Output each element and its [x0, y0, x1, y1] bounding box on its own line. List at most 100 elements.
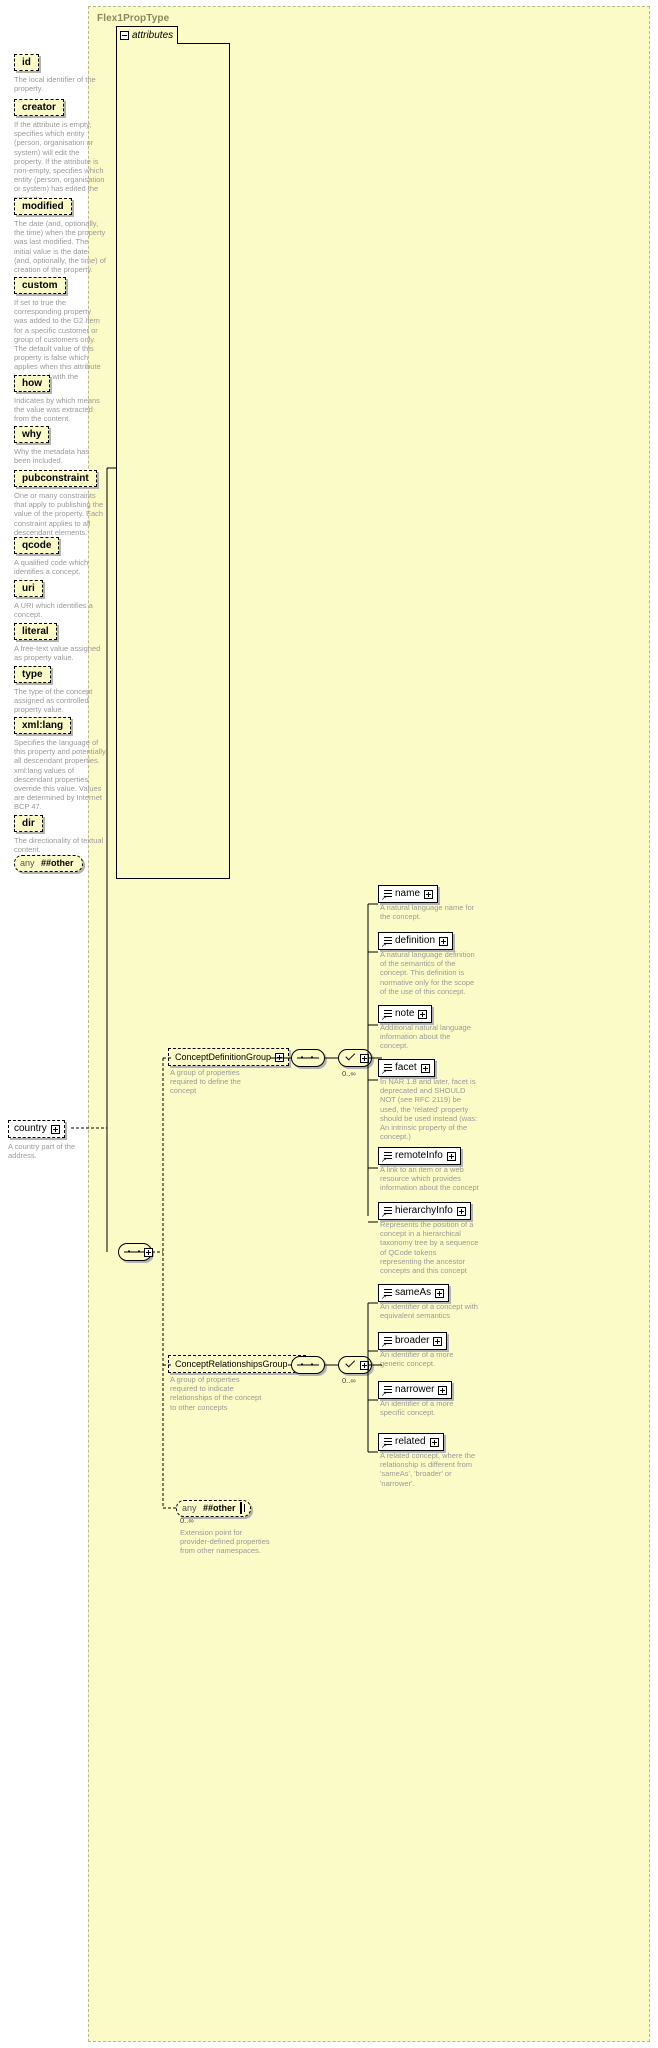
element-facet-description: In NAR 1.8 and later, facet is deprecate… — [380, 1077, 478, 1142]
attribute-literal[interactable]: literal A free-text value assigned as pr… — [14, 621, 106, 662]
element-hierarchy-info[interactable]: hierarchyInfo ↗ — [378, 1202, 471, 1220]
attributes-compartment-body — [116, 43, 230, 879]
element-definition[interactable]: definition ↗ — [378, 932, 454, 950]
attribute-pubconstraint-box[interactable]: pubconstraint — [14, 470, 97, 487]
element-name[interactable]: name ↗ — [378, 885, 439, 903]
attribute-xmllang-box[interactable]: xml:lang — [14, 717, 72, 734]
element-broader-description: An identifier of a more generic concept. — [380, 1350, 454, 1369]
extension-point-any-other-box[interactable]: any ##other — [176, 1500, 251, 1517]
sequence-icon — [297, 1056, 319, 1059]
collapse-minus-icon[interactable] — [120, 31, 129, 40]
element-broader-box[interactable]: broader ↗ — [378, 1332, 448, 1350]
element-same-as-box[interactable]: sameAs ↗ — [378, 1284, 450, 1302]
attribute-creator-box[interactable]: creator — [14, 99, 64, 116]
expand-plus-icon[interactable] — [456, 1206, 466, 1216]
element-note[interactable]: note ↗ — [378, 1005, 433, 1023]
attribute-qcode-box[interactable]: qcode — [14, 537, 60, 554]
element-country[interactable]: country A country part of the address. — [8, 1118, 88, 1160]
attribute-dir-box[interactable]: dir — [14, 815, 43, 832]
element-remote-info-box[interactable]: remoteInfo ↗ — [378, 1147, 461, 1165]
expand-plus-icon[interactable] — [433, 1336, 443, 1346]
extension-point-any-other[interactable]: any ##other — [176, 1498, 251, 1517]
element-hierarchy-info-description: Represents the position of a concept in … — [380, 1220, 479, 1276]
reference-arrow-icon: ↗ — [381, 1391, 387, 1398]
group-concept-definition-description: A group of properties required to define… — [170, 1068, 241, 1096]
choice-icon — [345, 1054, 356, 1063]
any-namespace: ##other — [203, 1503, 236, 1513]
expand-plus-icon[interactable] — [429, 1437, 439, 1447]
concept-definition-sequence-node[interactable] — [291, 1049, 325, 1067]
concept-definition-occurs: 0..∞ — [342, 1069, 356, 1078]
element-hierarchy-info-box[interactable]: hierarchyInfo ↗ — [378, 1202, 471, 1220]
attribute-creator-description: If the attribute is empty, specifies whi… — [14, 120, 105, 203]
attribute-creator[interactable]: creator If the attribute is empty, speci… — [14, 97, 106, 203]
expand-plus-icon[interactable] — [435, 1288, 445, 1298]
element-definition-box[interactable]: definition ↗ — [378, 932, 454, 950]
expand-plus-icon[interactable] — [239, 1502, 242, 1514]
attribute-why[interactable]: why Why the metadata has been included. — [14, 424, 106, 465]
element-facet[interactable]: facet ↗ — [378, 1059, 435, 1077]
attribute-uri-box[interactable]: uri — [14, 580, 43, 597]
expand-plus-icon[interactable] — [424, 889, 434, 899]
group-concept-relationships-description: A group of properties required to indica… — [170, 1375, 262, 1412]
attribute-how-box[interactable]: how — [14, 375, 50, 392]
any-keyword: any — [182, 1503, 197, 1513]
attribute-literal-box[interactable]: literal — [14, 623, 57, 640]
type-title: Flex1PropType — [97, 13, 170, 24]
reference-arrow-icon: ↗ — [381, 1443, 387, 1450]
attributes-any-other[interactable]: any ##other — [14, 853, 83, 872]
attribute-id-box[interactable]: id — [14, 54, 39, 71]
attribute-xmllang[interactable]: xml:lang Specifies the language of this … — [14, 715, 106, 812]
main-sequence-expand-icon[interactable] — [144, 1248, 153, 1257]
attribute-how[interactable]: how Indicates by which means the value w… — [14, 373, 106, 424]
expand-plus-icon[interactable] — [438, 1385, 448, 1395]
attribute-qcode[interactable]: qcode A qualified code which identifies … — [14, 535, 106, 576]
attribute-pubconstraint[interactable]: pubconstraint One or many constraints th… — [14, 468, 106, 537]
element-country-box[interactable]: country — [8, 1120, 65, 1138]
group-concept-relationships[interactable]: ConceptRelationshipsGroup — [168, 1355, 306, 1373]
element-related[interactable]: related ↗ — [378, 1433, 444, 1451]
element-same-as-label: sameAs — [395, 1287, 432, 1298]
element-narrower-box[interactable]: narrower ↗ — [378, 1381, 453, 1399]
attribute-why-box[interactable]: why — [14, 426, 50, 443]
expand-plus-icon[interactable] — [446, 1151, 456, 1161]
concept-definition-choice-expand-icon[interactable] — [360, 1054, 369, 1063]
element-remote-info[interactable]: remoteInfo ↗ — [378, 1147, 461, 1165]
attributes-any-other-box[interactable]: any ##other — [14, 855, 83, 872]
concept-relationships-choice-expand-icon[interactable] — [360, 1361, 369, 1370]
attribute-modified-box[interactable]: modified — [14, 198, 72, 215]
expand-plus-icon[interactable] — [50, 1124, 60, 1134]
expand-plus-icon[interactable] — [418, 1009, 428, 1019]
element-definition-description: A natural language definition of the sem… — [380, 950, 475, 996]
element-name-box[interactable]: name ↗ — [378, 885, 439, 903]
attribute-uri[interactable]: uri A URI which identifies a concept. — [14, 578, 106, 619]
group-concept-definition[interactable]: ConceptDefinitionGroup — [168, 1048, 290, 1066]
attribute-type-description: The type of the concept assigned as cont… — [14, 687, 93, 715]
attribute-type-box[interactable]: type — [14, 666, 51, 683]
schema-diagram-canvas: Flex1PropType attributes id The local id… — [0, 0, 658, 2048]
reference-arrow-icon: ↗ — [381, 895, 387, 902]
attribute-type[interactable]: type The type of the concept assigned as… — [14, 664, 106, 715]
element-same-as[interactable]: sameAs ↗ — [378, 1284, 450, 1302]
concept-relationships-sequence-node[interactable] — [291, 1356, 325, 1374]
element-narrower-description: An identifier of a more specific concept… — [380, 1399, 454, 1418]
attribute-qcode-description: A qualified code which identifies a conc… — [14, 558, 89, 577]
group-concept-definition-expand-icon[interactable] — [275, 1052, 285, 1062]
attributes-compartment-header[interactable]: attributes — [116, 26, 178, 44]
expand-plus-icon[interactable] — [439, 936, 449, 946]
element-facet-box[interactable]: facet ↗ — [378, 1059, 435, 1077]
attributes-label: attributes — [132, 30, 174, 41]
element-narrower[interactable]: narrower ↗ — [378, 1381, 453, 1399]
attribute-id[interactable]: id The local identifier of the property. — [14, 52, 106, 93]
attribute-modified[interactable]: modified The date (and, optionally, the … — [14, 196, 106, 274]
expand-plus-icon[interactable] — [420, 1063, 430, 1073]
element-note-label: note — [395, 1008, 415, 1019]
attribute-custom-box[interactable]: custom — [14, 277, 66, 294]
element-related-box[interactable]: related ↗ — [378, 1433, 444, 1451]
attribute-dir[interactable]: dir The directionality of textual conten… — [14, 813, 106, 854]
element-narrower-label: narrower — [395, 1384, 435, 1395]
sequence-icon — [297, 1363, 319, 1366]
element-note-box[interactable]: note ↗ — [378, 1005, 433, 1023]
element-broader[interactable]: broader ↗ — [378, 1332, 448, 1350]
attribute-dir-description: The directionality of textual content. — [14, 836, 104, 855]
